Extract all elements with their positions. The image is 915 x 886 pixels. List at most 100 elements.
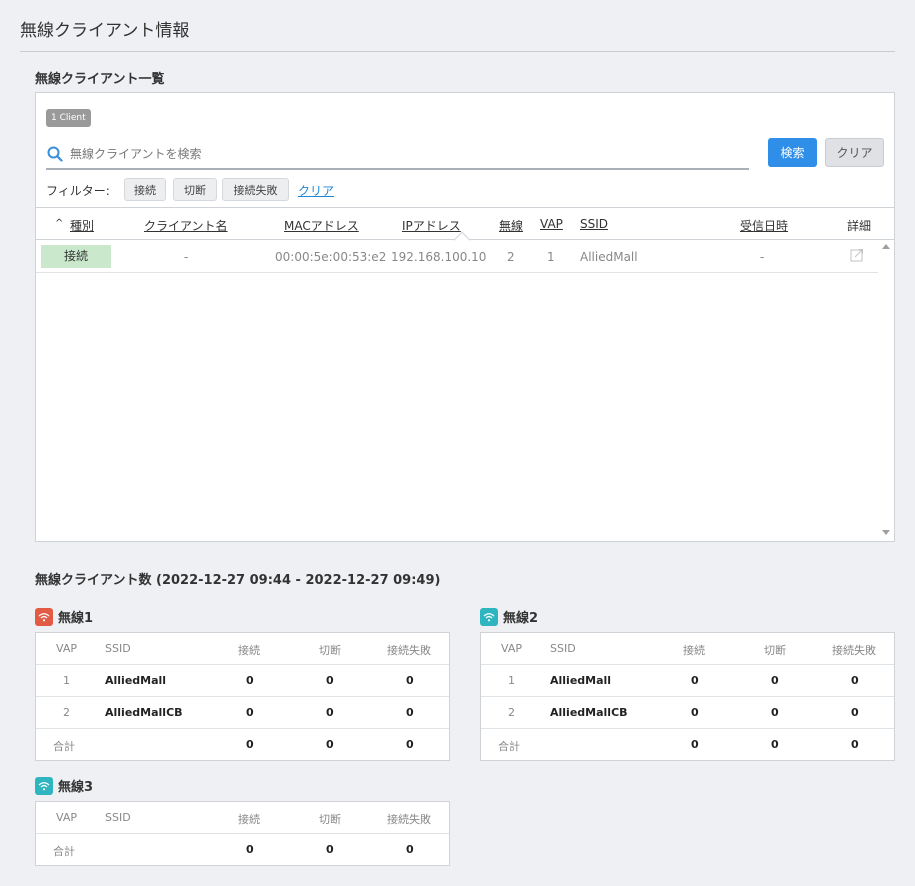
search-box: [46, 139, 749, 170]
cell-vap: 1: [508, 674, 515, 687]
radio3-count-table: VAP SSID 接続 切断 接続失敗 合計 0 0 0: [35, 801, 450, 866]
cell-fail: 0: [406, 738, 414, 751]
cell-vap: 1: [63, 674, 70, 687]
filter-chip-failed[interactable]: 接続失敗: [222, 178, 289, 201]
radio1-count-table: VAP SSID 接続 切断 接続失敗 1 AlliedMall 0 0 0 2…: [35, 632, 450, 761]
cell-connect: 0: [691, 738, 699, 751]
table-row: 1 AlliedMall 0 0 0: [36, 665, 449, 697]
column-detail: 詳細: [847, 219, 872, 233]
header-connect: 接続: [683, 644, 705, 657]
table-total-row: 合計 0 0 0: [36, 834, 449, 866]
table-row: 2 AlliedMallCB 0 0 0: [481, 697, 894, 729]
search-button[interactable]: 検索: [768, 138, 817, 167]
radio2-count-table: VAP SSID 接続 切断 接続失敗 1 AlliedMall 0 0 0 2…: [480, 632, 895, 761]
header-disconnect: 切断: [319, 644, 341, 657]
cell-total-label: 合計: [498, 740, 520, 753]
cell-total-label: 合計: [53, 740, 75, 753]
cell-ssid: AlliedMall: [105, 674, 167, 687]
client-list-panel: 1 Client 検索 クリア フィルター: 接続 切断 接続失敗 クリア ^ …: [35, 92, 895, 542]
client-count-badge: 1 Client: [46, 109, 91, 127]
header-vap: VAP: [56, 811, 77, 824]
column-radio[interactable]: 無線: [499, 217, 523, 234]
column-type[interactable]: 種別: [70, 217, 94, 234]
cell-total-label: 合計: [53, 845, 75, 858]
table-header-row: VAP SSID 接続 切断 接続失敗: [36, 633, 449, 665]
cell-fail: 0: [851, 706, 859, 719]
cell-connect: 0: [246, 738, 254, 751]
client-list-title: 無線クライアント一覧: [35, 72, 165, 87]
radio2-label: 無線2: [503, 611, 539, 626]
header-fail: 接続失敗: [387, 644, 431, 657]
client-table-header: ^ 種別 クライアント名 MACアドレス IPアドレス 無線 VAP SSID …: [36, 207, 894, 249]
cell-connect: 0: [691, 674, 699, 687]
table-row: 2 AlliedMallCB 0 0 0: [36, 697, 449, 729]
scroll-up-arrow-icon[interactable]: [882, 244, 890, 249]
cell-connect: 0: [246, 706, 254, 719]
search-icon: [47, 146, 63, 162]
sort-up-icon[interactable]: ^: [55, 218, 63, 229]
filter-chip-connected[interactable]: 接続: [124, 178, 166, 201]
table-total-row: 合計 0 0 0: [481, 729, 894, 761]
header-ssid: SSID: [550, 642, 576, 655]
column-mac[interactable]: MACアドレス: [284, 217, 359, 234]
header-ssid: SSID: [105, 811, 131, 824]
search-input[interactable]: [70, 143, 740, 165]
external-link-icon[interactable]: [850, 248, 864, 262]
radio3-label: 無線3: [58, 780, 94, 795]
cell-disconnect: 0: [326, 674, 334, 687]
cell-mac: 00:00:5e:00:53:e2: [275, 250, 387, 264]
column-ip[interactable]: IPアドレス: [402, 217, 461, 234]
status-badge: 接続: [41, 245, 111, 268]
page-title: 無線クライアント情報: [20, 21, 190, 41]
header-disconnect: 切断: [319, 813, 341, 826]
column-received[interactable]: 受信日時: [740, 217, 788, 234]
cell-radio: 2: [507, 250, 515, 264]
table-row[interactable]: 接続 - 00:00:5e:00:53:e2 192.168.100.10 2 …: [36, 240, 878, 273]
clear-button[interactable]: クリア: [825, 138, 884, 167]
cell-received: -: [760, 250, 765, 264]
table-header-row: VAP SSID 接続 切断 接続失敗: [36, 802, 449, 834]
column-vap[interactable]: VAP: [540, 217, 563, 231]
cell-fail: 0: [851, 674, 859, 687]
cell-ip: 192.168.100.10: [391, 250, 487, 264]
cell-connect: 0: [246, 674, 254, 687]
header-connect: 接続: [238, 644, 260, 657]
cell-disconnect: 0: [771, 674, 779, 687]
filter-chip-disconnected[interactable]: 切断: [173, 178, 217, 201]
table-total-row: 合計 0 0 0: [36, 729, 449, 761]
wifi-icon: [35, 776, 53, 795]
header-disconnect: 切断: [764, 644, 786, 657]
cell-disconnect: 0: [326, 843, 334, 856]
cell-disconnect: 0: [326, 706, 334, 719]
cell-fail: 0: [851, 738, 859, 751]
filter-label: フィルター:: [46, 184, 110, 198]
table-row: 1 AlliedMall 0 0 0: [481, 665, 894, 697]
cell-vap: 2: [63, 706, 70, 719]
cell-fail: 0: [406, 843, 414, 856]
cell-fail: 0: [406, 674, 414, 687]
cell-ssid: AlliedMallCB: [550, 706, 628, 719]
cell-ssid: AlliedMallCB: [105, 706, 183, 719]
cell-disconnect: 0: [771, 738, 779, 751]
client-count-title: 無線クライアント数 (2022-12-27 09:44 - 2022-12-27…: [35, 573, 441, 588]
cell-client-name: -: [184, 250, 189, 264]
radio2-title: 無線2: [480, 607, 538, 626]
cell-connect: 0: [691, 706, 699, 719]
cell-ssid: AlliedMall: [550, 674, 612, 687]
cell-connect: 0: [246, 843, 254, 856]
cell-ssid: AlliedMall: [580, 250, 638, 264]
header-vap: VAP: [56, 642, 77, 655]
column-ssid[interactable]: SSID: [580, 217, 608, 231]
radio1-label: 無線1: [58, 611, 94, 626]
header-fail: 接続失敗: [832, 644, 876, 657]
title-divider: [20, 51, 895, 52]
cell-disconnect: 0: [326, 738, 334, 751]
header-ssid: SSID: [105, 642, 131, 655]
scroll-down-arrow-icon[interactable]: [882, 530, 890, 535]
table-header-row: VAP SSID 接続 切断 接続失敗: [481, 633, 894, 665]
table-scrollbar[interactable]: [878, 240, 894, 541]
cell-vap: 2: [508, 706, 515, 719]
column-client-name[interactable]: クライアント名: [144, 217, 228, 234]
filter-clear-link[interactable]: クリア: [298, 182, 334, 199]
header-vap: VAP: [501, 642, 522, 655]
